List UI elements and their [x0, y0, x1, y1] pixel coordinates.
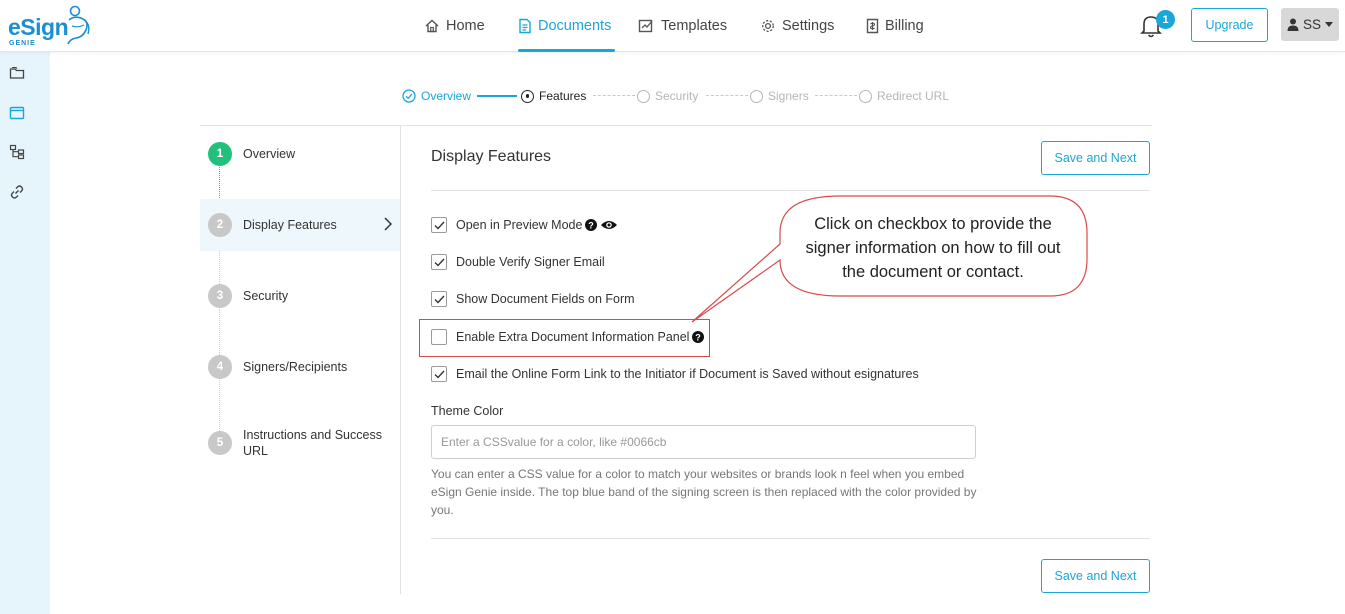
gear-icon [762, 20, 774, 32]
stepper-label: Overview [421, 89, 472, 103]
user-icon [1287, 18, 1299, 31]
eye-icon[interactable] [600, 219, 618, 231]
stepper-step-redirect-url[interactable]: Redirect URL [859, 86, 949, 106]
document-icon [519, 18, 531, 34]
logo-subtitle: GENIE [9, 40, 36, 47]
option-email-online-form-link[interactable]: Email the Online Form Link to the Initia… [431, 366, 919, 382]
check-circle-icon [402, 89, 416, 103]
nav-home-label: Home [446, 18, 485, 34]
help-icon[interactable]: ? [585, 219, 598, 231]
circle-icon [637, 89, 650, 103]
option-label: Open in Preview Mode [456, 218, 583, 232]
stepper-step-features[interactable]: Features [521, 86, 586, 106]
checkbox-checked[interactable] [431, 254, 447, 270]
upgrade-button[interactable]: Upgrade [1191, 8, 1268, 42]
link-icon[interactable] [9, 184, 25, 200]
nav-documents[interactable]: Documents [518, 0, 616, 52]
theme-color-help-text: You can enter a CSS value for a color to… [431, 467, 977, 517]
sitemap-icon[interactable] [9, 144, 25, 160]
nav-billing[interactable]: Billing [866, 0, 924, 52]
option-label: Enable Extra Document Information Panel [456, 330, 690, 344]
stepper-step-signers[interactable]: Signers [750, 86, 809, 106]
stepper-label: Signers [768, 89, 809, 103]
stepper-connector [815, 95, 857, 96]
step-label: Security [243, 289, 289, 303]
check-icon [434, 370, 445, 379]
save-and-next-button-top[interactable]: Save and Next [1041, 141, 1150, 175]
step-label: Signers/Recipients [243, 360, 348, 374]
user-menu[interactable]: SS [1281, 8, 1339, 41]
stepper-connector [706, 95, 748, 96]
notification-badge: 1 [1156, 10, 1175, 29]
theme-color-input[interactable] [431, 425, 976, 459]
option-show-document-fields[interactable]: Show Document Fields on Form [431, 291, 635, 307]
nav-templates[interactable]: Templates [638, 0, 727, 52]
svg-text:?: ? [589, 220, 595, 230]
left-step-signers-recipients[interactable]: 4 Signers/Recipients [200, 341, 400, 393]
home-icon [425, 19, 439, 33]
nav-templates-label: Templates [661, 18, 728, 34]
step-label: Overview [243, 147, 296, 161]
left-step-display-features[interactable]: 2 Display Features [200, 199, 400, 251]
option-label: Double Verify Signer Email [456, 255, 605, 269]
templates-icon [638, 19, 653, 33]
content-divider [200, 125, 1152, 126]
step-number: 2 [208, 213, 232, 237]
genie-icon [67, 5, 90, 45]
stepper-step-security[interactable]: Security [637, 86, 698, 106]
panel-divider [431, 538, 1150, 539]
stepper-label: Redirect URL [877, 89, 950, 103]
radio-dot-icon [521, 89, 534, 103]
step-number: 5 [208, 431, 232, 455]
nav-billing-label: Billing [885, 18, 924, 34]
checkbox-checked[interactable] [431, 291, 447, 307]
chevron-right-icon [384, 217, 392, 231]
column-divider [400, 126, 401, 594]
step-number: 3 [208, 284, 232, 308]
option-label: Show Document Fields on Form [456, 292, 635, 306]
nav-documents-label: Documents [538, 18, 612, 34]
stepper-label: Security [655, 89, 699, 103]
stepper-connector [477, 95, 517, 97]
check-icon [434, 258, 445, 267]
circle-icon [750, 89, 763, 103]
panel-title: Display Features [431, 148, 552, 165]
left-rail [0, 52, 50, 614]
option-extra-info-panel[interactable]: Enable Extra Document Information Panel … [431, 329, 705, 345]
option-double-verify-email[interactable]: Double Verify Signer Email [431, 254, 605, 270]
step-number: 1 [208, 142, 232, 166]
option-label: Email the Online Form Link to the Initia… [456, 367, 919, 381]
window-icon[interactable] [9, 105, 25, 121]
left-step-instructions[interactable]: 5 Instructions and Success URL [200, 417, 400, 469]
user-initials: SS [1302, 17, 1321, 32]
nav-home[interactable]: Home [424, 0, 485, 52]
checkbox-unchecked[interactable] [431, 329, 447, 345]
logo-wordmark: eSign [8, 14, 69, 40]
option-preview-mode[interactable]: Open in Preview Mode ? [431, 217, 618, 233]
stepper-step-overview[interactable]: Overview [402, 86, 471, 106]
circle-icon [859, 89, 872, 103]
folders-icon[interactable] [9, 65, 25, 81]
esign-genie-logo[interactable]: eSign GENIE [8, 4, 92, 48]
stepper-label: Features [539, 89, 587, 103]
step-label: Instructions and Success URL [243, 428, 382, 458]
check-icon [434, 221, 445, 230]
checkbox-checked[interactable] [431, 217, 447, 233]
top-navbar: eSign GENIE Home Documents Templates Set… [0, 0, 1345, 52]
nav-settings-label: Settings [782, 18, 835, 34]
nav-settings[interactable]: Settings [760, 0, 834, 52]
save-and-next-button-bottom[interactable]: Save and Next [1041, 559, 1150, 593]
theme-color-label: Theme Color [431, 404, 504, 418]
billing-icon [866, 18, 879, 34]
check-icon [434, 295, 445, 304]
left-step-overview[interactable]: 1 Overview [200, 128, 400, 180]
stepper-connector [593, 95, 635, 96]
caret-down-icon [1325, 22, 1333, 27]
checkbox-checked[interactable] [431, 366, 447, 382]
callout-text: Click on checkbox to provide the signer … [805, 215, 1061, 281]
step-label: Display Features [243, 218, 337, 232]
notifications-button[interactable]: 1 [1138, 10, 1178, 42]
step-number: 4 [208, 355, 232, 379]
left-step-security[interactable]: 3 Security [200, 270, 400, 322]
